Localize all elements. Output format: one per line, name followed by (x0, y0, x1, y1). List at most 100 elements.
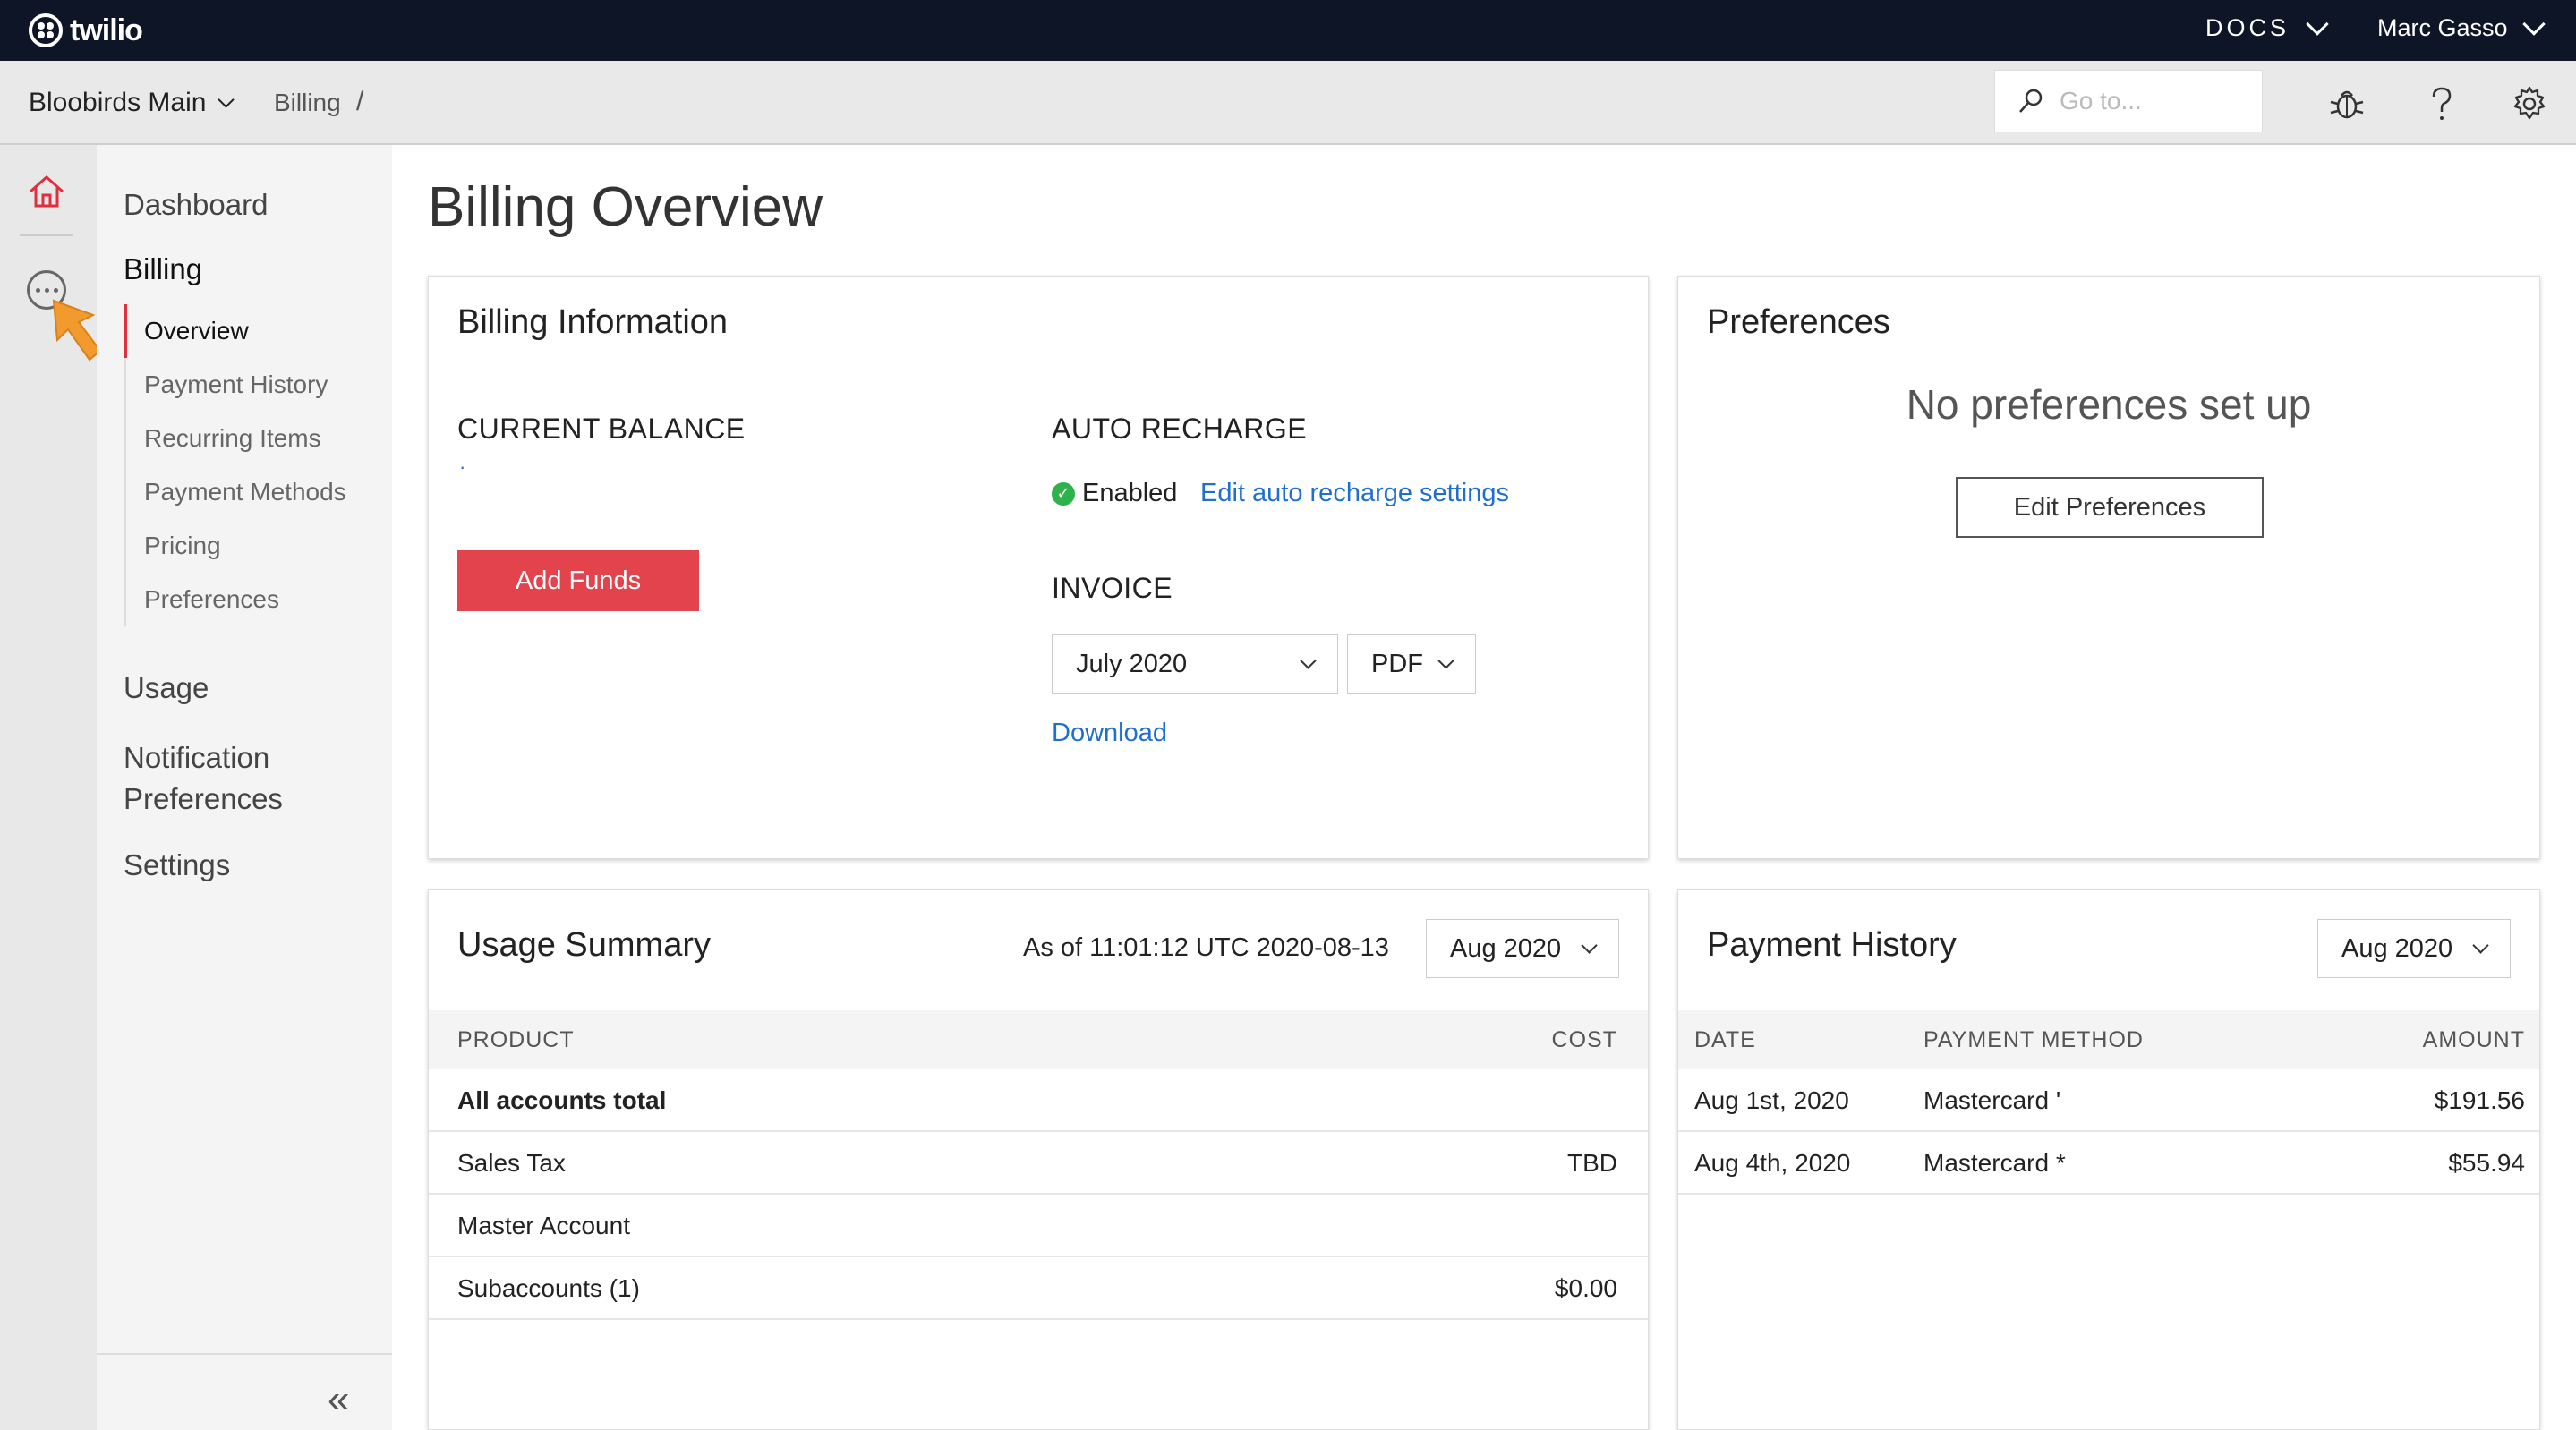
invoice-format-select[interactable]: PDF (1347, 634, 1476, 694)
account-bar: Bloobirds Main Billing / (0, 61, 2576, 145)
subnav-item-payment-methods[interactable]: Payment Methods (126, 465, 365, 519)
goto-search[interactable] (1994, 70, 2263, 132)
usage-table-header: PRODUCT COST (429, 1010, 1648, 1069)
no-preferences-message: No preferences set up (1906, 381, 2312, 428)
preferences-card: Preferences No preferences set up Edit P… (1677, 276, 2540, 859)
notification-line-2: Preferences (124, 782, 283, 815)
amount-cell: $55.94 (2448, 1149, 2525, 1177)
account-name: Bloobirds Main (29, 88, 207, 117)
method-cell: Mastercard * (1923, 1149, 2066, 1177)
date-cell: Aug 4th, 2020 (1694, 1149, 1851, 1177)
product-cell: All accounts total (457, 1086, 667, 1114)
product-cell: Sales Tax (457, 1149, 566, 1177)
current-balance-label: CURRENT BALANCE (457, 413, 746, 445)
chevron-down-icon (1581, 936, 1598, 954)
column-header-amount: AMOUNT (2422, 1027, 2525, 1052)
auto-recharge-status: ✓ Enabled (1052, 479, 1177, 508)
search-icon (2019, 89, 2043, 113)
goto-search-input[interactable] (2060, 87, 2248, 115)
cost-cell: TBD (1567, 1149, 1617, 1177)
docs-label: DOCS (2205, 14, 2290, 41)
invoice-month-value: July 2020 (1076, 649, 1188, 678)
invoice-format-value: PDF (1371, 649, 1423, 678)
rail-divider (20, 234, 73, 236)
sidebar: Dashboard Billing Overview Payment Histo… (97, 145, 392, 1430)
twilio-logo-icon (29, 13, 63, 47)
product-cell: Master Account (457, 1212, 630, 1239)
top-navbar: twilio DOCS Marc Gasso (0, 0, 2576, 61)
billing-information-title: Billing Information (457, 303, 729, 341)
home-icon[interactable] (25, 170, 68, 213)
auto-recharge-label: AUTO RECHARGE (1052, 413, 1308, 445)
column-header-payment-method: PAYMENT METHOD (1923, 1027, 2144, 1052)
table-row: Sales Tax TBD (429, 1132, 1648, 1195)
table-row: Master Account (429, 1195, 1648, 1257)
table-row: Aug 1st, 2020 Mastercard ' $191.56 (1678, 1069, 2539, 1132)
add-funds-button[interactable]: Add Funds (457, 550, 699, 611)
notification-line-1: Notification (124, 741, 270, 774)
usage-period-value: Aug 2020 (1450, 933, 1562, 963)
auto-recharge-status-text: Enabled (1082, 479, 1178, 507)
date-cell: Aug 1st, 2020 (1694, 1086, 1849, 1114)
column-header-product: PRODUCT (457, 1027, 575, 1052)
check-circle-icon: ✓ (1052, 481, 1075, 506)
sidebar-item-dashboard[interactable]: Dashboard (124, 188, 268, 222)
payment-table-header: DATE PAYMENT METHOD AMOUNT (1678, 1010, 2539, 1069)
collapse-icon[interactable]: « (328, 1380, 349, 1419)
subnav-item-overview[interactable]: Overview (124, 304, 365, 358)
payment-period-value: Aug 2020 (2341, 933, 2453, 963)
column-header-cost: COST (1551, 1027, 1617, 1052)
payment-history-card: Payment History Aug 2020 DATE PAYMENT ME… (1677, 889, 2540, 1430)
sidebar-item-usage[interactable]: Usage (124, 671, 209, 705)
table-row: Aug 4th, 2020 Mastercard * $55.94 (1678, 1132, 2539, 1195)
subnav-item-recurring-items[interactable]: Recurring Items (126, 412, 365, 465)
table-row: All accounts total (429, 1069, 1648, 1132)
twilio-logo[interactable]: twilio (29, 11, 143, 50)
chevron-down-icon (1437, 651, 1454, 669)
billing-information-card: Billing Information CURRENT BALANCE · Ad… (428, 276, 1649, 859)
subnav-item-pricing[interactable]: Pricing (126, 519, 365, 573)
current-balance-value: · (459, 455, 466, 478)
usage-summary-title: Usage Summary (457, 926, 711, 964)
table-row: Subaccounts (1) $0.00 (429, 1257, 1648, 1320)
usage-period-select[interactable]: Aug 2020 (1426, 919, 1619, 978)
chevron-down-icon (1300, 651, 1317, 669)
app-window: twilio DOCS Marc Gasso Bloobirds Main Bi… (0, 0, 2576, 1430)
chevron-down-icon (2521, 12, 2546, 36)
edit-preferences-button[interactable]: Edit Preferences (1956, 477, 2264, 538)
breadcrumb-separator: / (356, 87, 364, 116)
payment-period-select[interactable]: Aug 2020 (2317, 919, 2511, 978)
icon-rail (0, 145, 102, 1430)
bug-icon[interactable] (2327, 84, 2367, 123)
invoice-month-select[interactable]: July 2020 (1052, 634, 1338, 694)
cost-cell: $0.00 (1554, 1274, 1617, 1302)
user-name: Marc Gasso (2377, 14, 2508, 41)
sidebar-item-billing[interactable]: Billing (124, 252, 202, 286)
chevron-down-icon (218, 90, 235, 108)
billing-subnav: Overview Payment History Recurring Items… (124, 304, 365, 626)
edit-auto-recharge-link[interactable]: Edit auto recharge settings (1200, 479, 1509, 508)
sidebar-item-notification-preferences[interactable]: Notification Preferences (124, 737, 283, 820)
user-menu[interactable]: Marc Gasso (2377, 12, 2546, 42)
breadcrumb-billing[interactable]: Billing (274, 89, 341, 117)
chevron-down-icon (2306, 12, 2329, 36)
amount-cell: $191.56 (2434, 1086, 2525, 1114)
sidebar-item-settings[interactable]: Settings (124, 848, 230, 882)
sidebar-divider (97, 1353, 392, 1355)
subnav-item-preferences[interactable]: Preferences (126, 573, 365, 626)
chevron-down-icon (2472, 936, 2489, 954)
download-link[interactable]: Download (1052, 719, 1167, 748)
column-header-date: DATE (1694, 1027, 1756, 1052)
payment-history-title: Payment History (1707, 926, 1957, 964)
usage-as-of: As of 11:01:12 UTC 2020-08-13 (1023, 933, 1389, 962)
gear-icon[interactable] (2510, 84, 2549, 123)
docs-menu[interactable]: DOCS (2205, 12, 2329, 42)
page-title: Billing Overview (428, 176, 823, 238)
preferences-title: Preferences (1707, 303, 1890, 341)
account-switcher[interactable]: Bloobirds Main (29, 88, 235, 118)
subnav-item-payment-history[interactable]: Payment History (126, 358, 365, 412)
brand-name: twilio (70, 13, 143, 47)
method-cell: Mastercard ' (1923, 1086, 2061, 1114)
help-icon[interactable] (2422, 84, 2461, 123)
invoice-label: INVOICE (1052, 572, 1173, 604)
